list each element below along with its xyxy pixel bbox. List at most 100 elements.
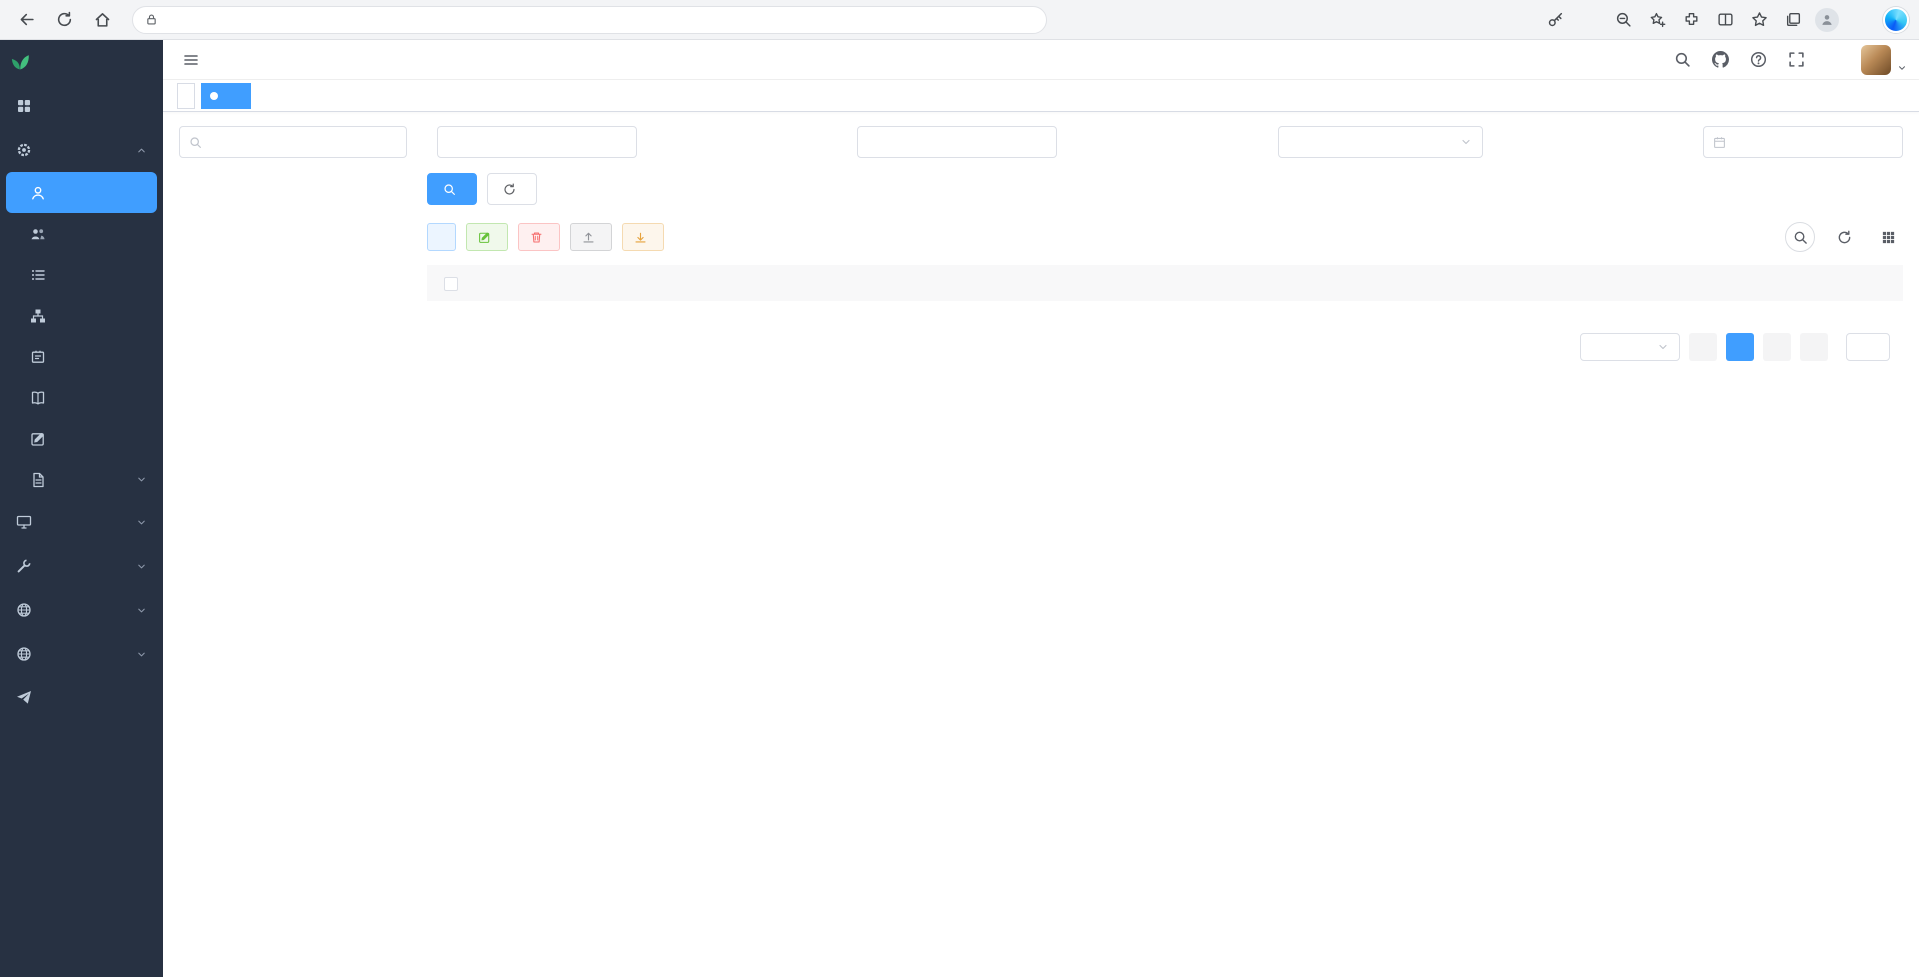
sidebar-toggle-button[interactable] [175, 44, 207, 76]
person-icon [1820, 13, 1834, 27]
search-icon [1674, 51, 1691, 68]
font-size-button[interactable] [1817, 43, 1851, 77]
phone-input[interactable] [857, 126, 1057, 158]
sidebar-item-param-settings[interactable] [0, 418, 163, 459]
search-icon [443, 183, 456, 196]
column-settings-button[interactable] [1873, 222, 1903, 252]
home-icon [94, 11, 111, 28]
active-tab-dot [210, 92, 218, 100]
sidebar-item-log-management[interactable] [0, 459, 163, 500]
sidebar-item-post-management[interactable] [0, 336, 163, 377]
tree-node-branch[interactable] [179, 363, 407, 390]
refresh-table-button[interactable] [1829, 222, 1859, 252]
user-panel [427, 126, 1903, 963]
copilot-icon[interactable] [1883, 7, 1909, 33]
date-range-picker[interactable] [1703, 126, 1903, 158]
sidebar-menu [0, 84, 163, 720]
tab-user-management[interactable] [201, 83, 251, 109]
status-select[interactable] [1278, 126, 1483, 158]
browser-home-button[interactable] [86, 4, 118, 36]
filter-bar [427, 126, 1903, 158]
browser-profile-button[interactable] [1811, 4, 1843, 36]
favorites-add-button[interactable] [1641, 4, 1673, 36]
prev-page-button[interactable] [1689, 333, 1717, 361]
username-input[interactable] [437, 126, 637, 158]
user-avatar[interactable] [1861, 45, 1891, 75]
sidebar-item-role-management[interactable] [0, 213, 163, 254]
tree-node-dept[interactable] [179, 390, 407, 417]
question-icon [1750, 51, 1767, 68]
chevron-down-icon [1460, 136, 1472, 148]
browser-menu-button[interactable] [1845, 4, 1877, 36]
tree-node-dept[interactable] [179, 336, 407, 363]
header-actions [1665, 43, 1907, 77]
dashboard-icon [16, 98, 32, 114]
goto-page-input[interactable] [1846, 333, 1890, 361]
leaf-logo-icon [10, 52, 30, 72]
log-doc-icon [30, 472, 46, 488]
page-button-2[interactable] [1763, 333, 1791, 361]
read-aloud-button[interactable] [1573, 4, 1605, 36]
dept-search-input[interactable] [208, 135, 397, 150]
favorites-button[interactable] [1743, 4, 1775, 36]
edit-button[interactable] [466, 223, 508, 251]
favorites-icon [1751, 11, 1768, 28]
tree-node-company[interactable] [179, 174, 407, 201]
back-button[interactable] [10, 4, 42, 36]
sidebar-item-system-tools[interactable] [0, 544, 163, 588]
app-logo [0, 40, 163, 84]
page-content [163, 112, 1919, 977]
export-button[interactable] [622, 223, 664, 251]
sidebar-item-dept-management[interactable] [0, 295, 163, 336]
hamburger-icon [183, 52, 199, 68]
add-button[interactable] [427, 223, 456, 251]
sidebar-item-system-management[interactable] [0, 128, 163, 172]
zoom-button[interactable] [1607, 4, 1639, 36]
gear-icon [16, 142, 32, 158]
reset-button[interactable] [487, 173, 537, 205]
page-size-select[interactable] [1580, 333, 1680, 361]
sidebar-item-bbs[interactable] [0, 588, 163, 632]
sidebar-item-yi-framework[interactable] [0, 676, 163, 720]
filter-status [1268, 126, 1483, 158]
sidebar-item-erp[interactable] [0, 632, 163, 676]
collections-button[interactable] [1777, 4, 1809, 36]
fullscreen-button[interactable] [1779, 43, 1813, 77]
user-menu-caret-icon[interactable] [1897, 63, 1907, 73]
extensions-button[interactable] [1675, 4, 1707, 36]
refresh-button[interactable] [48, 4, 80, 36]
select-all-checkbox[interactable] [444, 277, 458, 291]
tree-node-dept[interactable] [179, 309, 407, 336]
delete-button[interactable] [518, 223, 560, 251]
tab-close-icon[interactable] [228, 89, 242, 103]
tab-home[interactable] [177, 83, 195, 109]
import-button[interactable] [570, 223, 612, 251]
tree-node-dept[interactable] [179, 228, 407, 255]
tree-node-dept[interactable] [179, 255, 407, 282]
next-page-button[interactable] [1800, 333, 1828, 361]
search-button[interactable] [427, 173, 477, 205]
toggle-search-button[interactable] [1785, 222, 1815, 252]
calendar-icon [1713, 136, 1726, 149]
help-button[interactable] [1741, 43, 1775, 77]
tags-view-bar [163, 80, 1919, 112]
page-button-1[interactable] [1726, 333, 1754, 361]
password-key-button[interactable] [1539, 4, 1571, 36]
sidebar-item-user-management[interactable] [6, 172, 157, 213]
github-button[interactable] [1703, 43, 1737, 77]
tree-node-branch[interactable] [179, 201, 407, 228]
tree-node-dept[interactable] [179, 282, 407, 309]
address-bar[interactable] [132, 6, 1047, 34]
tree-node-dept[interactable] [179, 417, 407, 444]
dept-tree [179, 174, 407, 444]
split-screen-button[interactable] [1709, 4, 1741, 36]
sidebar-item-system-monitor[interactable] [0, 500, 163, 544]
header-search-button[interactable] [1665, 43, 1699, 77]
chevron-down-icon [136, 605, 147, 616]
sidebar-item-menu-management[interactable] [0, 254, 163, 295]
sidebar-item-home[interactable] [0, 84, 163, 128]
monitor-icon [16, 514, 32, 530]
key-icon [1547, 11, 1564, 28]
chevron-up-icon [136, 145, 147, 156]
sidebar-item-dict-management[interactable] [0, 377, 163, 418]
